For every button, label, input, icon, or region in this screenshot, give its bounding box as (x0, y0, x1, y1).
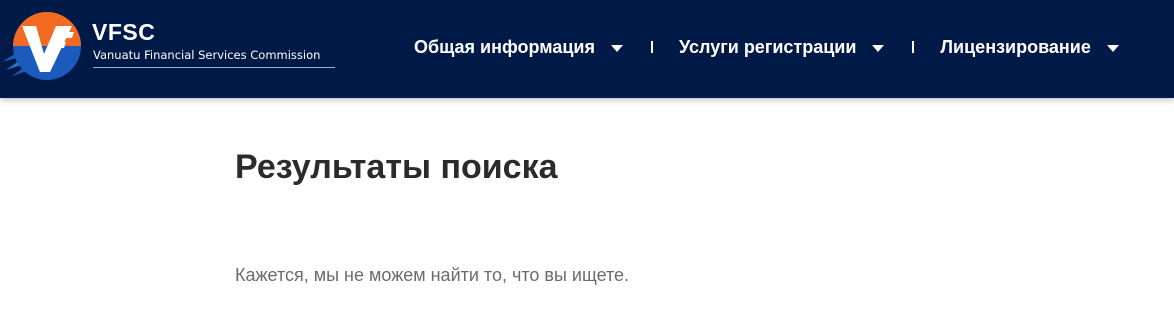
vfsc-logo-icon (2, 12, 81, 80)
nav-item-licensing[interactable]: Лицензирование (940, 36, 1119, 58)
site-logo[interactable]: VFSC Vanuatu Financial Services Commissi… (0, 10, 340, 80)
chevron-down-icon[interactable] (1106, 44, 1119, 52)
logo-subtitle: Vanuatu Financial Services Commission (93, 48, 321, 62)
no-results-message: Кажется, мы не можем найти то, что вы ищ… (235, 265, 630, 285)
chevron-down-icon[interactable] (610, 44, 623, 52)
chevron-down-icon[interactable] (872, 44, 885, 52)
logo-title: VFSC (92, 19, 156, 45)
page-title: Результаты поиска (235, 148, 558, 186)
logo-underline (93, 67, 335, 68)
nav-separator (650, 41, 653, 53)
nav-item-label: Общая информация (414, 36, 595, 57)
site-header: VFSC Vanuatu Financial Services Commissi… (0, 0, 1174, 98)
nav-separator (912, 41, 915, 53)
nav-item-label: Услуги регистрации (678, 36, 857, 57)
main-nav: Общая информация Услуги регистрации Лице… (414, 34, 1119, 60)
nav-item-registration-services[interactable]: Услуги регистрации (678, 36, 885, 58)
nav-item-general-info[interactable]: Общая информация (414, 37, 623, 58)
nav-item-label: Лицензирование (940, 36, 1091, 57)
